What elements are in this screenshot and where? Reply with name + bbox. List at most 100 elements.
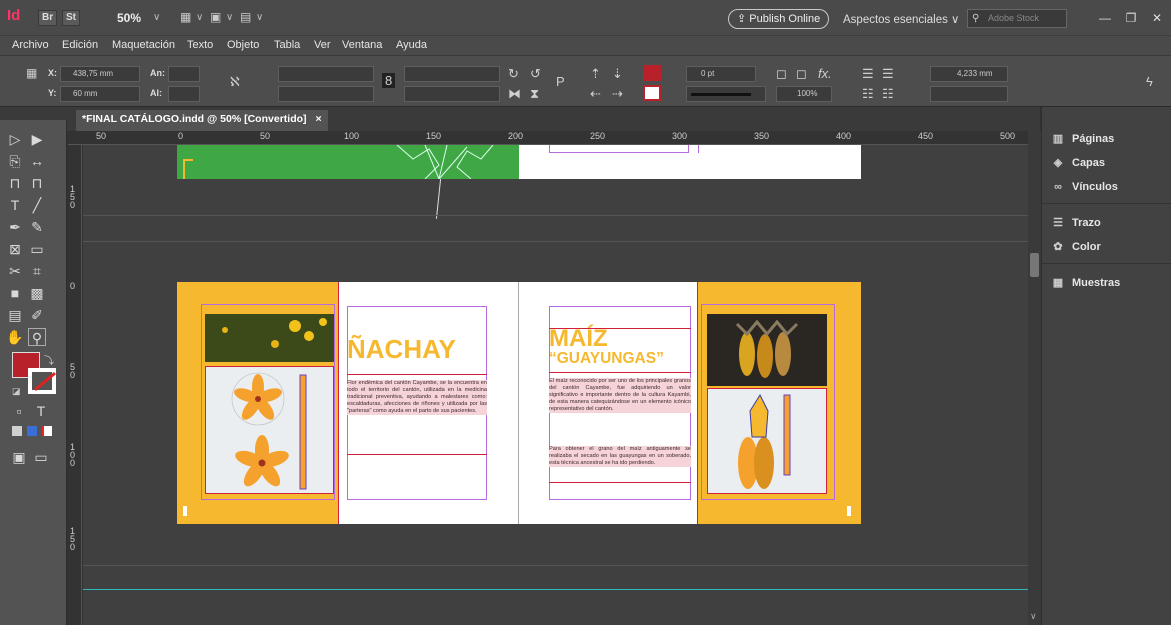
flip-vertical-icon[interactable]: ⧗: [530, 86, 539, 102]
quick-apply-icon[interactable]: ϟ: [1146, 74, 1153, 89]
close-icon[interactable]: ✕: [1144, 9, 1170, 27]
p-reference-icon[interactable]: P: [556, 74, 565, 89]
zoom-level[interactable]: 50%: [117, 11, 141, 25]
menu-edicion[interactable]: Edición: [62, 39, 98, 51]
eyedropper-tool-icon[interactable]: ✐: [28, 306, 46, 324]
gradient-feather-tool-icon[interactable]: ▩: [28, 284, 46, 302]
chevron-down-icon[interactable]: ∨: [196, 12, 203, 23]
rotate-field[interactable]: [404, 66, 500, 82]
flip-horizontal-icon[interactable]: ⧓: [508, 86, 521, 102]
reference-point-icon[interactable]: ▦: [26, 66, 37, 80]
screen-mode-icon[interactable]: ▣: [210, 10, 221, 24]
gradient-tool-icon[interactable]: ■: [6, 284, 24, 302]
distribute-vertical-icon[interactable]: ☷: [882, 86, 894, 102]
pen-tool-icon[interactable]: ✒: [6, 218, 24, 236]
selection-tool-icon[interactable]: ▷: [6, 130, 24, 148]
panel-color[interactable]: ✿ Color: [1050, 237, 1100, 257]
view-options-icon[interactable]: ▦: [180, 10, 191, 24]
menu-maquetacion[interactable]: Maquetación: [112, 39, 175, 51]
scissors-tool-icon[interactable]: ✂: [6, 262, 24, 280]
constrain-proportions-icon[interactable]: ℵ: [230, 74, 240, 90]
vertical-scrollbar[interactable]: ∨: [1028, 131, 1041, 625]
select-content-icon[interactable]: ⇣: [612, 66, 623, 82]
default-colors-icon[interactable]: ◪: [12, 386, 21, 397]
panel-capas[interactable]: ◈ Capas: [1050, 153, 1105, 173]
document-tab[interactable]: *FINAL CATÁLOGO.indd @ 50% [Convertido] …: [76, 110, 328, 131]
menu-ver[interactable]: Ver: [314, 39, 331, 51]
select-container-icon[interactable]: ⇡: [590, 66, 601, 82]
apply-color-icon[interactable]: [12, 426, 22, 436]
workspace-switcher[interactable]: Aspectos esenciales ∨: [843, 12, 959, 26]
shear-field[interactable]: [404, 86, 500, 102]
publish-online-button[interactable]: ⇪ Publish Online: [728, 9, 830, 29]
gap-tool-icon[interactable]: ↔: [28, 152, 46, 170]
type-tool-icon[interactable]: T: [6, 196, 24, 214]
fitting-frame-icon[interactable]: ◻: [776, 66, 787, 82]
rotate-cw-icon[interactable]: ↻: [508, 66, 519, 82]
chevron-down-icon[interactable]: ∨: [256, 12, 263, 23]
menu-texto[interactable]: Texto: [187, 39, 213, 51]
menu-tabla[interactable]: Tabla: [274, 39, 300, 51]
content-placer-icon[interactable]: ⊓: [28, 174, 46, 192]
normal-mode-icon[interactable]: ▣: [10, 448, 28, 466]
gap-field[interactable]: 4,233 mm: [930, 66, 1008, 82]
rectangle-frame-tool-icon[interactable]: ⊠: [6, 240, 24, 258]
link-icon[interactable]: 8: [382, 73, 396, 88]
apply-gradient-icon[interactable]: [27, 426, 37, 436]
content-collector-icon[interactable]: ⊓: [6, 174, 24, 192]
fitting-content-icon[interactable]: ◻: [796, 66, 807, 82]
fill-swatch[interactable]: [643, 65, 661, 81]
direct-selection-tool-icon[interactable]: ▶: [28, 130, 46, 148]
effects-icon[interactable]: fx.: [818, 66, 832, 81]
scale-x-field[interactable]: [278, 66, 374, 82]
swap-colors-icon[interactable]: ⤵: [44, 352, 54, 367]
panel-muestras[interactable]: ▦ Muestras: [1050, 273, 1121, 293]
stroke-weight-field[interactable]: 0 pt: [686, 66, 756, 82]
line-tool-icon[interactable]: ╱: [28, 196, 46, 214]
close-tab-icon[interactable]: ×: [315, 113, 321, 125]
panel-paginas[interactable]: ▥ Páginas: [1050, 129, 1114, 149]
gap-select[interactable]: [930, 86, 1008, 102]
panel-vinculos[interactable]: ∞ Vínculos: [1050, 177, 1118, 197]
note-tool-icon[interactable]: ▤: [6, 306, 24, 324]
hand-tool-icon[interactable]: ✋: [6, 328, 24, 346]
menu-objeto[interactable]: Objeto: [227, 39, 259, 51]
page-tool-icon[interactable]: ⎘: [6, 152, 24, 170]
stock-button[interactable]: St: [62, 10, 80, 26]
stroke-color-swatch[interactable]: [28, 368, 56, 394]
formatting-container-icon[interactable]: ▫: [10, 402, 28, 420]
chevron-down-icon[interactable]: ∨: [153, 12, 160, 23]
scroll-thumb[interactable]: [1030, 253, 1039, 277]
select-next-icon[interactable]: ⇢: [612, 86, 623, 102]
restore-icon[interactable]: ❐: [1118, 9, 1144, 27]
x-position-field[interactable]: 438,75 mm: [60, 66, 140, 82]
rotate-ccw-icon[interactable]: ↺: [530, 66, 541, 82]
align-left-icon[interactable]: ☰: [862, 66, 874, 82]
formatting-text-icon[interactable]: T: [32, 402, 50, 420]
chevron-down-icon[interactable]: ∨: [226, 12, 233, 23]
menu-archivo[interactable]: Archivo: [12, 39, 49, 51]
stock-search-input[interactable]: ⚲ Adobe Stock: [967, 9, 1067, 28]
pencil-tool-icon[interactable]: ✎: [28, 218, 46, 236]
width-field[interactable]: [168, 66, 200, 82]
bridge-button[interactable]: Br: [38, 10, 58, 26]
zoom-tool-icon[interactable]: ⚲: [28, 328, 46, 346]
select-previous-icon[interactable]: ⇠: [590, 86, 601, 102]
free-transform-tool-icon[interactable]: ⌗: [28, 262, 46, 280]
height-field[interactable]: [168, 86, 200, 102]
rectangle-tool-icon[interactable]: ▭: [28, 240, 46, 258]
stroke-type-select[interactable]: [686, 86, 766, 102]
preview-mode-icon[interactable]: ▭: [32, 448, 50, 466]
arrange-documents-icon[interactable]: ▤: [240, 10, 251, 24]
scroll-down-icon[interactable]: ∨: [1030, 611, 1037, 622]
menu-ayuda[interactable]: Ayuda: [396, 39, 427, 51]
apply-none-icon[interactable]: [42, 426, 52, 436]
opacity-field[interactable]: 100%: [776, 86, 832, 102]
scale-y-field[interactable]: [278, 86, 374, 102]
y-position-field[interactable]: 60 mm: [60, 86, 140, 102]
distribute-icon[interactable]: ☷: [862, 86, 874, 102]
stroke-swatch[interactable]: [643, 85, 661, 101]
panel-trazo[interactable]: ☰ Trazo: [1050, 213, 1101, 233]
minimize-icon[interactable]: —: [1092, 9, 1118, 27]
menu-ventana[interactable]: Ventana: [342, 39, 382, 51]
